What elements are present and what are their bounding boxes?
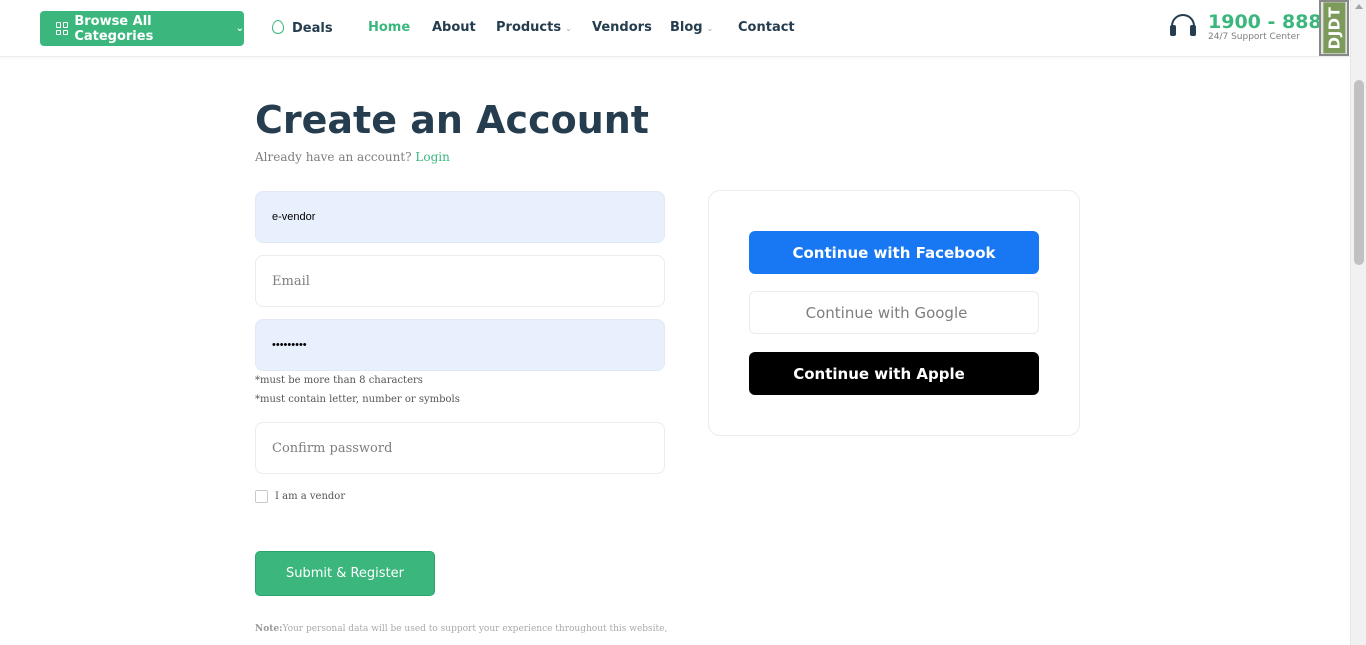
username-input[interactable]: [272, 211, 664, 223]
have-account-text: Already have an account? Login: [255, 150, 450, 164]
support-label: 24/7 Support Center: [1208, 32, 1300, 42]
email-field[interactable]: [255, 255, 665, 307]
nav-home[interactable]: Home: [368, 20, 410, 35]
headset-icon: [1170, 13, 1196, 41]
login-link[interactable]: Login: [415, 150, 449, 164]
nav-products[interactable]: Products ⌄: [496, 20, 572, 35]
have-account-label: Already have an account?: [255, 150, 412, 164]
chevron-down-icon: ⌄: [706, 24, 714, 33]
confirm-password-input[interactable]: [272, 440, 664, 456]
privacy-note-text: Your personal data will be used to suppo…: [282, 624, 668, 634]
social-login-card: Continue with Facebook Continue with Goo…: [708, 190, 1080, 436]
browse-categories-button[interactable]: Browse All Categories ⌄: [40, 11, 244, 46]
submit-register-button[interactable]: Submit & Register: [255, 551, 435, 596]
nav-about[interactable]: About: [432, 20, 476, 35]
password-hint-chars: *must contain letter, number or symbols: [255, 394, 460, 405]
continue-facebook-label: Continue with Facebook: [792, 243, 996, 262]
nav-contact[interactable]: Contact: [738, 20, 795, 35]
nav-blog-label: Blog: [670, 20, 703, 35]
password-input[interactable]: [272, 339, 664, 351]
privacy-note-label: Note:: [255, 624, 283, 634]
scrollbar-thumb[interactable]: [1354, 80, 1364, 265]
vendor-checkbox-row[interactable]: I am a vendor: [255, 490, 345, 503]
chevron-down-icon: ⌄: [235, 23, 244, 34]
nav-vendors[interactable]: Vendors: [592, 20, 652, 35]
password-field[interactable]: [255, 319, 665, 371]
grid-icon: [56, 22, 68, 35]
support-contact: 1900 - 888 24/7 Support Center: [1170, 12, 1322, 42]
chevron-down-icon: ⌄: [565, 24, 572, 33]
vendor-checkbox-label: I am a vendor: [275, 491, 346, 502]
page-title: Create an Account: [255, 98, 649, 142]
nav-products-label: Products: [496, 20, 562, 35]
flame-icon: [272, 20, 284, 34]
confirm-password-field[interactable]: [255, 422, 665, 474]
nav-deals[interactable]: Deals: [272, 20, 333, 36]
username-field[interactable]: [255, 191, 665, 243]
nav-deals-label: Deals: [292, 21, 333, 36]
password-hint-length: *must be more than 8 characters: [255, 375, 423, 386]
browse-categories-label: Browse All Categories: [74, 13, 154, 44]
page-scrollbar[interactable]: [1350, 0, 1366, 645]
debug-toolbar-label: DJDT: [1323, 2, 1345, 54]
continue-google-label: Continue with Google: [805, 303, 968, 322]
continue-facebook-button[interactable]: Continue with Facebook: [749, 231, 1039, 274]
vendor-checkbox[interactable]: [255, 490, 268, 503]
continue-apple-button[interactable]: Continue with Apple: [749, 352, 1039, 395]
scroll-up-arrow-icon[interactable]: [1355, 4, 1363, 9]
email-input[interactable]: [272, 273, 664, 289]
nav-blog[interactable]: Blog ⌄: [670, 20, 713, 35]
site-header: Browse All Categories ⌄ Deals Home About…: [0, 0, 1350, 57]
continue-apple-label: Continue with Apple: [793, 364, 965, 383]
continue-google-button[interactable]: Continue with Google: [749, 291, 1039, 334]
privacy-note: Note:Your personal data will be used to …: [255, 624, 667, 634]
debug-toolbar-handle[interactable]: DJDT: [1319, 0, 1349, 56]
support-number[interactable]: 1900 - 888: [1208, 12, 1322, 32]
